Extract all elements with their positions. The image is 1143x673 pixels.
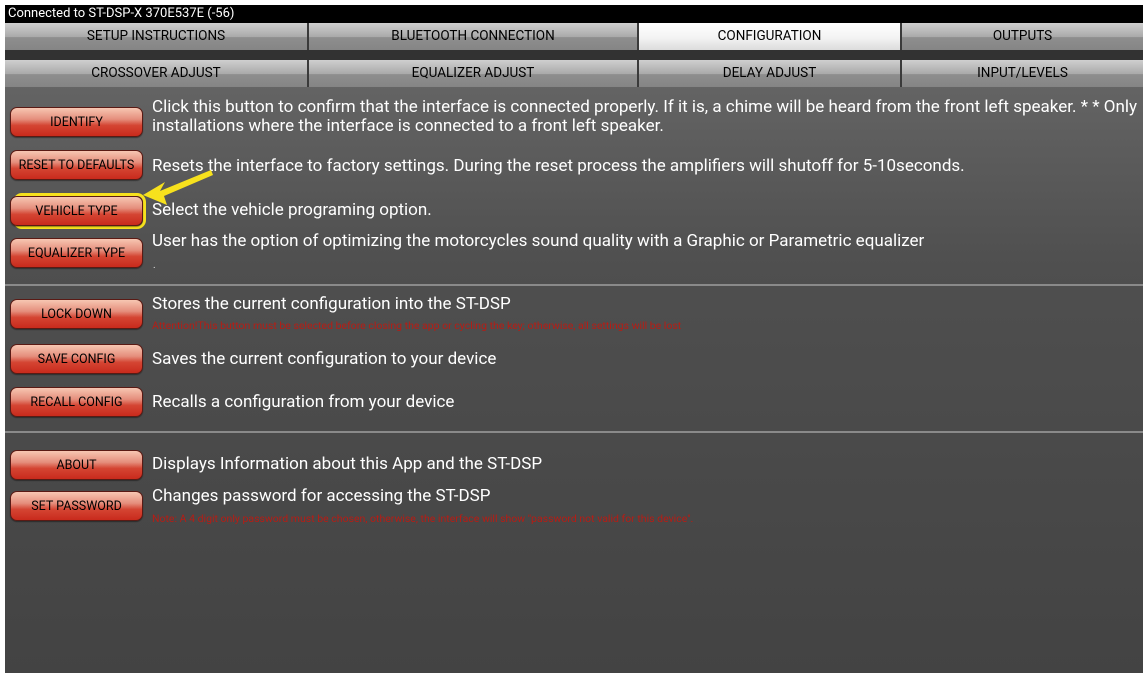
tab-crossover-adjust[interactable]: CROSSOVER ADJUST — [5, 60, 309, 87]
app-window: Connected to ST-DSP-X 370E537E (-56) SET… — [5, 5, 1143, 673]
tab-equalizer-adjust[interactable]: EQUALIZER ADJUST — [309, 60, 639, 87]
about-description: Displays Information about this App and … — [152, 454, 543, 474]
reset-to-defaults-button[interactable]: RESET TO DEFAULTS — [10, 150, 143, 180]
equalizer-type-button[interactable]: EQUALIZER TYPE — [10, 238, 143, 268]
tab-row-primary: SETUP INSTRUCTIONS BLUETOOTH CONNECTION … — [5, 23, 1143, 50]
tab-delay-adjust[interactable]: DELAY ADJUST — [639, 60, 902, 87]
set-password-description: Changes password for accessing the ST-DS… — [152, 486, 491, 506]
tab-row-secondary: CROSSOVER ADJUST EQUALIZER ADJUST DELAY … — [5, 60, 1143, 87]
about-button[interactable]: ABOUT — [10, 450, 143, 480]
equalizer-type-description: User has the option of optimizing the mo… — [152, 231, 925, 251]
lock-down-warning: Attention!This button must be selected b… — [152, 319, 682, 332]
recall-config-button[interactable]: RECALL CONFIG — [10, 387, 143, 417]
identify-description: Click this button to confirm that the in… — [152, 97, 1138, 136]
tab-configuration[interactable]: CONFIGURATION — [639, 23, 902, 50]
set-password-button[interactable]: SET PASSWORD — [10, 491, 143, 521]
lock-down-description: Stores the current configuration into th… — [152, 294, 511, 314]
tab-input-levels[interactable]: INPUT/LEVELS — [902, 60, 1143, 87]
set-password-note: Note: A 4 digit only password must be ch… — [152, 512, 694, 525]
section-divider-2 — [5, 431, 1143, 433]
vehicle-type-button[interactable]: VEHICLE TYPE — [10, 196, 143, 226]
vehicle-type-description: Select the vehicle programing option. — [152, 200, 432, 220]
identify-button[interactable]: IDENTIFY — [10, 107, 143, 137]
tab-separator — [5, 50, 1143, 60]
tab-bluetooth-connection[interactable]: BLUETOOTH CONNECTION — [309, 23, 639, 50]
equalizer-trailing-text: . — [153, 260, 156, 271]
connection-status: Connected to ST-DSP-X 370E537E (-56) — [5, 5, 1143, 23]
tab-setup-instructions[interactable]: SETUP INSTRUCTIONS — [5, 23, 309, 50]
save-config-button[interactable]: SAVE CONFIG — [10, 344, 143, 374]
recall-config-description: Recalls a configuration from your device — [152, 392, 455, 412]
reset-description: Resets the interface to factory settings… — [152, 156, 965, 176]
section-divider-1 — [5, 284, 1143, 286]
save-config-description: Saves the current configuration to your … — [152, 349, 497, 369]
lock-down-button[interactable]: LOCK DOWN — [10, 299, 143, 329]
tab-outputs[interactable]: OUTPUTS — [902, 23, 1143, 50]
